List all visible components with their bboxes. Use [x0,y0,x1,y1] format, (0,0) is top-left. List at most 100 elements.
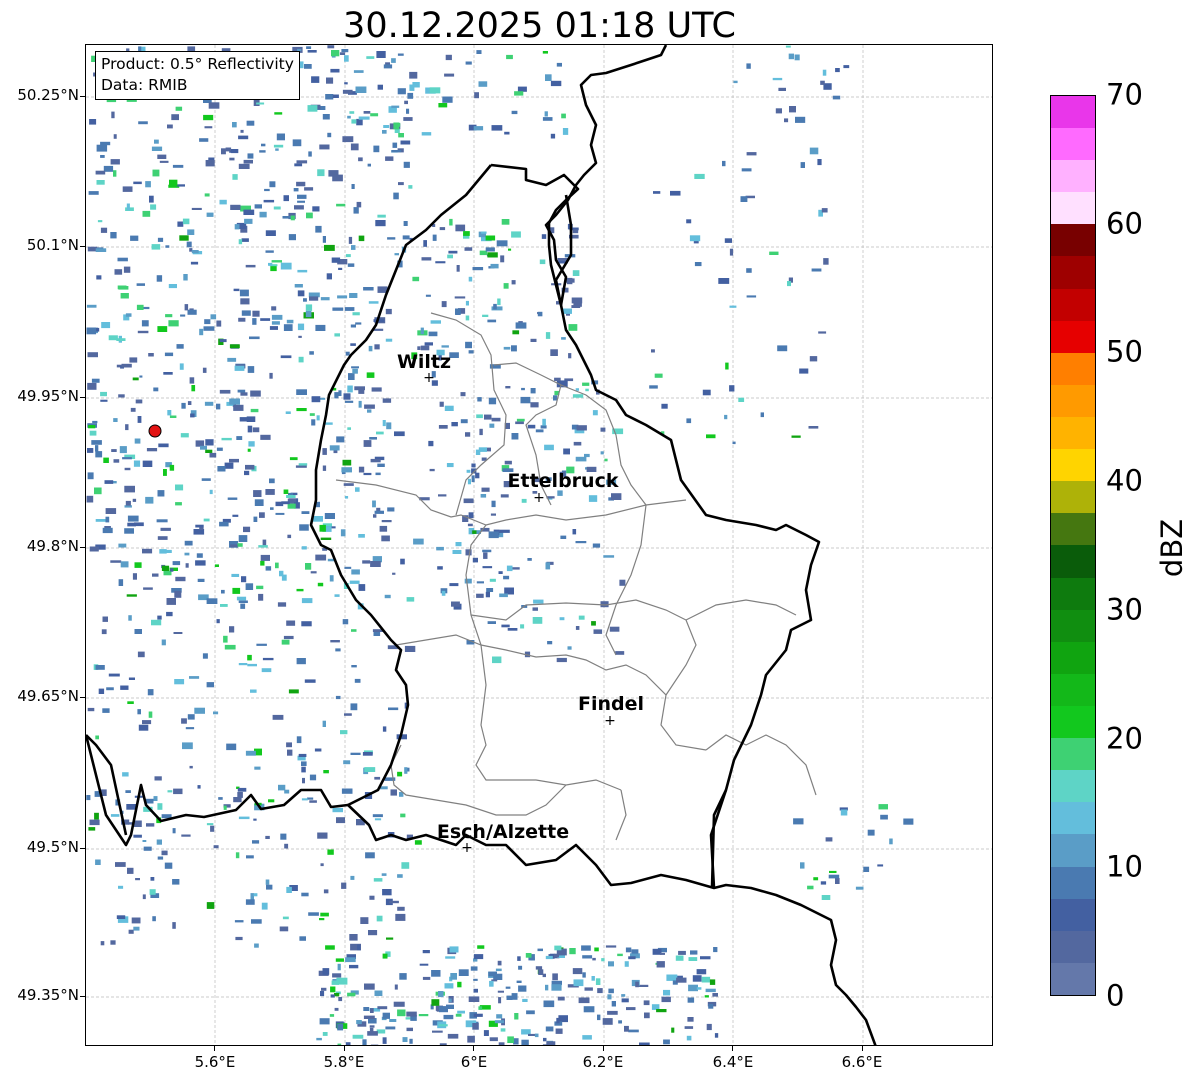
radar-echo-pixel [457,1010,465,1014]
radar-echo-pixel [505,386,511,389]
colorbar-label: 30 [1106,592,1143,627]
radar-echo-pixel [678,950,686,955]
radar-echo-pixel [663,1039,670,1045]
radar-echo-pixel [95,859,101,865]
radar-echo-pixel [310,571,317,574]
radar-echo-pixel [351,366,359,369]
radar-echo-pixel [514,91,524,96]
radar-echo-pixel [239,289,249,297]
radar-echo-pixel [294,284,303,288]
radar-echo-pixel [355,322,362,325]
radar-echo-pixel [542,117,553,121]
radar-echo-pixel [367,163,371,167]
colorbar-segment [1051,128,1095,161]
radar-echo-pixel [485,591,490,598]
radar-echo-pixel [592,957,596,961]
radar-echo-pixel [219,389,231,394]
radar-echo-pixel [142,720,152,725]
radar-echo-pixel [777,345,788,352]
radar-echo-pixel [307,50,317,53]
radar-echo-pixel [450,973,457,980]
radar-echo-pixel [694,173,705,179]
map-title: 30.12.2025 01:18 UTC [343,6,736,46]
radar-echo-pixel [319,524,326,532]
colorbar-segment [1051,641,1095,674]
radar-echo-pixel [400,140,411,145]
radar-echo-pixel [195,560,206,566]
radar-echo-pixel [148,711,153,718]
y-tick-label: 49.8°N [26,537,79,555]
radar-echo-pixel [321,987,327,991]
product-label: Product: 0.5° Reflectivity [101,55,294,73]
radar-echo-pixel [724,414,728,420]
colorbar-segment [1051,384,1095,418]
radar-echo-pixel [252,427,260,433]
radar-echo-pixel [322,448,327,455]
radar-echo-pixel [448,998,452,1003]
radar-echo-pixel [643,1000,650,1006]
radar-echo-pixel [485,235,496,241]
radar-echo-pixel [166,611,173,617]
radar-echo-pixel [320,297,330,301]
radar-echo-pixel [89,430,97,436]
radar-echo-pixel [621,994,626,997]
radar-echo-pixel [331,257,341,263]
radar-echo-pixel [122,457,132,460]
radar-echo-pixel [436,546,444,551]
radar-echo-pixel [340,529,346,537]
radar-echo-pixel [213,711,219,715]
radar-echo-pixel [169,415,177,418]
radar-echo-pixel [403,221,408,226]
radar-echo-pixel [351,119,357,124]
radar-echo-pixel [463,231,470,236]
radar-echo-pixel [487,252,498,258]
radar-echo-pixel [143,587,153,590]
radar-echo-pixel [270,507,274,510]
radar-echo-pixel [91,440,102,445]
radar-echo-pixel [96,144,108,152]
radar-echo-pixel [618,1020,622,1024]
radar-echo-pixel [386,422,392,430]
colorbar-label: 40 [1106,463,1143,498]
radar-echo-pixel [139,375,143,378]
radar-echo-pixel [221,589,225,594]
radar-echo-pixel [471,463,476,468]
radar-echo-pixel [134,562,142,568]
radar-echo-pixel [555,1028,563,1034]
radar-echo-pixel [236,436,243,440]
radar-echo-pixel [368,930,378,936]
radar-echo-pixel [137,330,149,334]
radar-map[interactable] [85,44,993,1046]
radar-echo-pixel [419,963,429,966]
radar-echo-pixel [468,512,474,519]
radar-echo-pixel [352,1034,364,1039]
radar-echo-pixel [572,968,583,975]
radar-echo-pixel [143,846,152,851]
radar-echo-pixel [451,422,458,427]
radar-echo-pixel [247,425,253,433]
radar-echo-pixel [485,247,495,252]
radar-echo-pixel [102,708,110,713]
radar-echo-pixel [382,953,388,959]
colorbar-segment [1051,192,1095,225]
radar-echo-pixel [503,283,509,289]
radar-echo-pixel [243,159,253,164]
radar-echo-pixel [545,1026,554,1032]
radar-echo-pixel [515,322,527,329]
colorbar-segment [1051,481,1095,514]
radar-echo-pixel [236,596,247,601]
radar-echo-pixel [201,478,211,481]
radar-echo-pixel [795,116,806,123]
radar-echo-pixel [456,265,460,272]
radar-echo-pixel [488,397,497,405]
radar-echo-pixel [465,61,472,65]
radar-echo-pixel [820,881,827,885]
radar-echo-pixel [554,377,561,381]
radar-echo-pixel [708,1004,714,1009]
radar-echo-pixel [298,753,307,757]
radar-echo-pixel [800,162,805,168]
radar-echo-pixel [329,1014,335,1017]
radar-echo-pixel [316,415,320,421]
radar-echo-pixel [245,750,256,756]
radar-echo-pixel [332,973,342,978]
